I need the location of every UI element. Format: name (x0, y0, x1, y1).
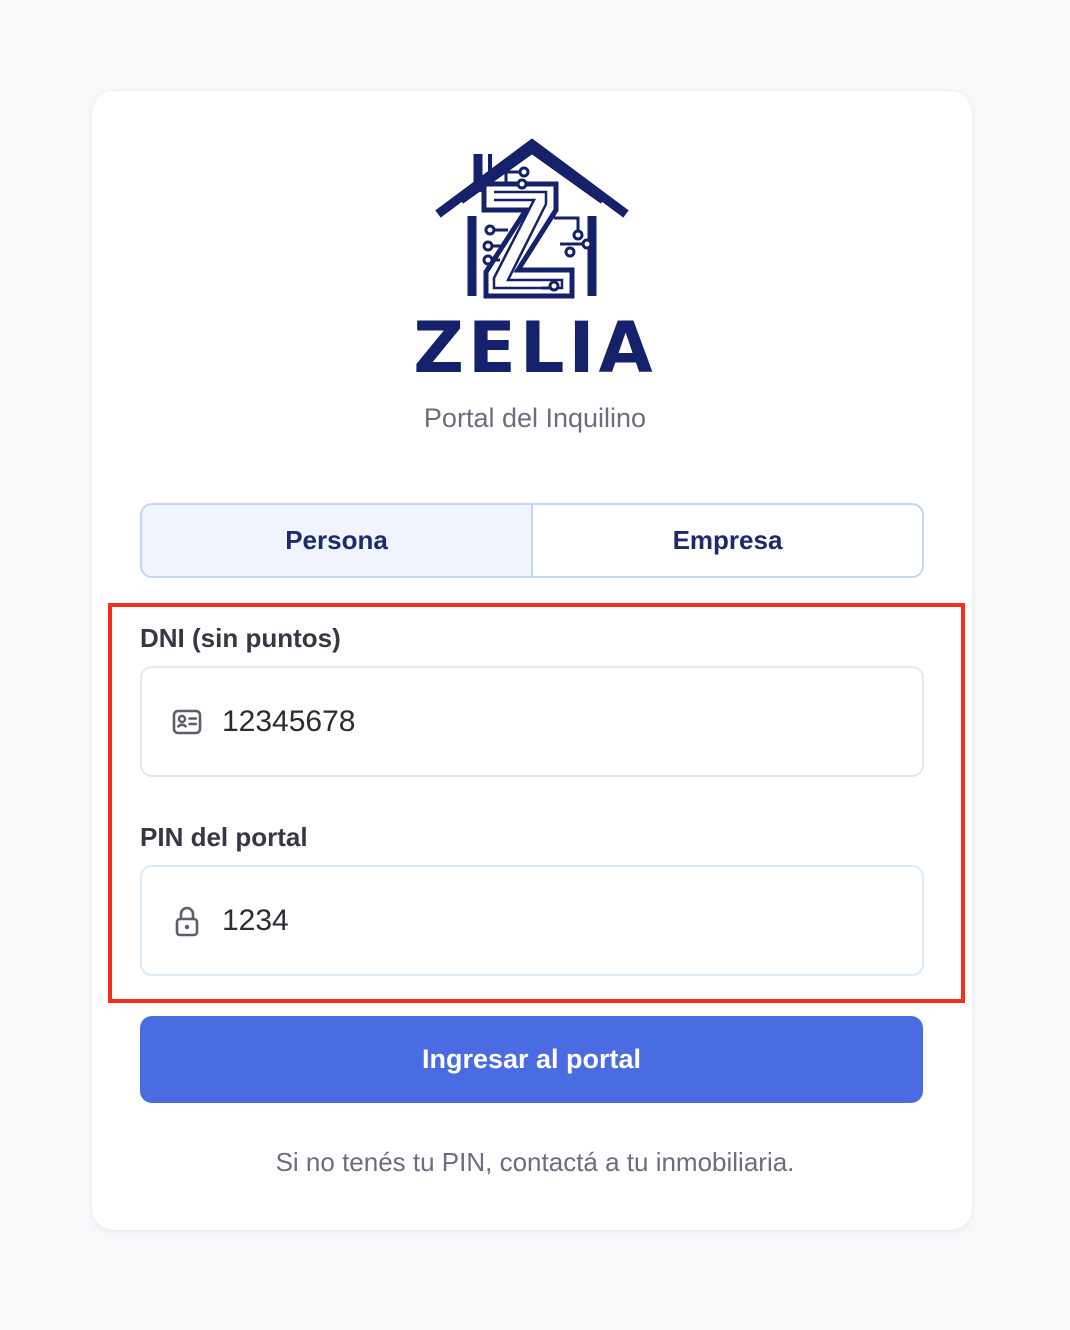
id-card-icon (170, 705, 204, 739)
lock-icon (170, 904, 204, 938)
brand-wordmark: ZELIA (413, 307, 657, 389)
login-type-toggle: Persona Empresa (140, 503, 924, 578)
portal-subtitle: Portal del Inquilino (423, 403, 647, 433)
dni-label: DNI (sin puntos) (140, 623, 341, 653)
toggle-empresa-button[interactable]: Empresa (533, 505, 922, 576)
pin-field[interactable] (140, 865, 924, 976)
dni-field[interactable] (140, 666, 924, 777)
help-text: Si no tenés tu PIN, contactá a tu inmobi… (275, 1147, 795, 1177)
dni-input[interactable] (222, 704, 862, 739)
pin-input[interactable] (222, 903, 862, 938)
pin-label: PIN del portal (140, 822, 308, 852)
toggle-persona-button[interactable]: Persona (142, 505, 531, 576)
submit-button[interactable]: Ingresar al portal (140, 1016, 923, 1103)
house-circuit-logo-icon (435, 138, 629, 299)
